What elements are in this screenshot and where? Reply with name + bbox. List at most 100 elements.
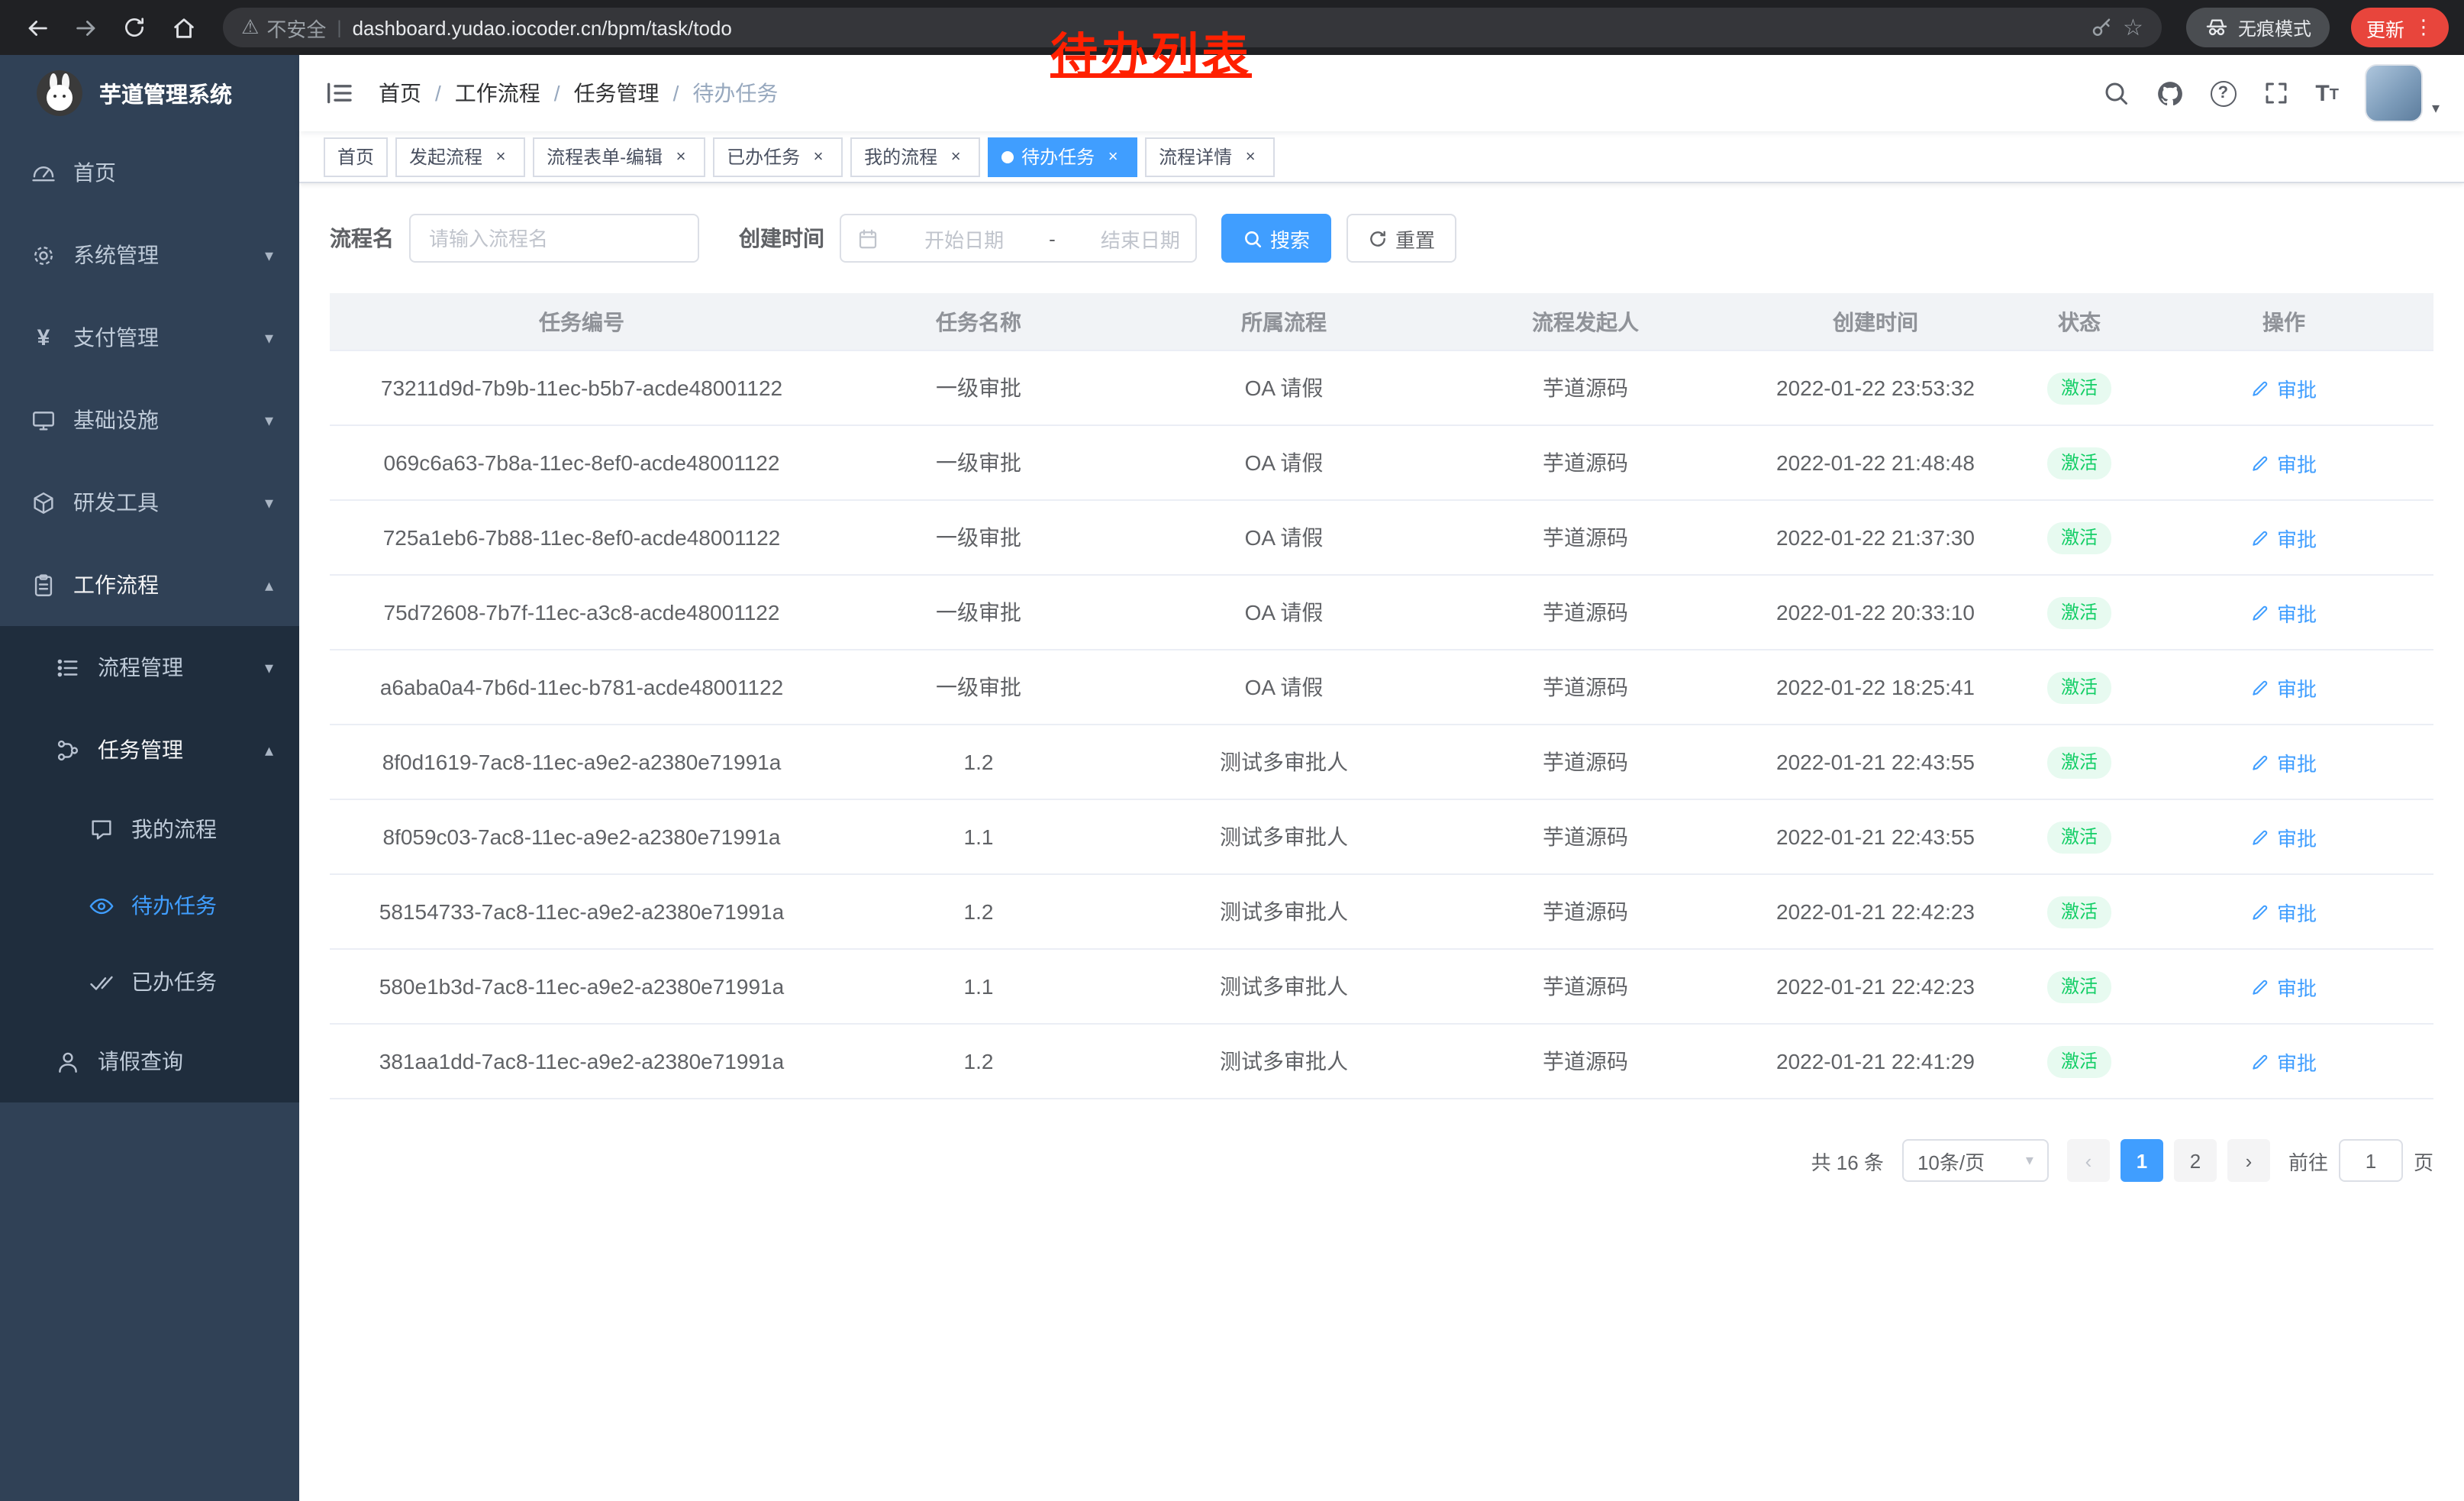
reset-button[interactable]: 重置 xyxy=(1346,214,1456,263)
create-time: 2022-01-21 22:41:29 xyxy=(1727,1049,2024,1073)
approve-link[interactable]: 审批 xyxy=(2251,897,2317,926)
approve-link[interactable]: 审批 xyxy=(2251,523,2317,552)
sidebar-item-workflow[interactable]: 工作流程 ▴ xyxy=(0,544,299,626)
sidebar-item-my-process[interactable]: 我的流程 xyxy=(0,791,299,867)
sidebar-item-system[interactable]: 系统管理 ▾ xyxy=(0,214,299,296)
breadcrumb-task-mgmt[interactable]: 任务管理 xyxy=(574,78,660,108)
table-body: 73211d9d-7b9b-11ec-b5b7-acde48001122 一级审… xyxy=(330,351,2433,1099)
screen: ⚠ 不安全 | dashboard.yudao.iocoder.cn/bpm/t… xyxy=(0,0,2464,1501)
page-button-2[interactable]: 2 xyxy=(2174,1139,2217,1182)
incognito-icon xyxy=(2204,15,2229,40)
password-key-icon[interactable] xyxy=(2089,16,2112,39)
goto-page-input[interactable] xyxy=(2339,1139,2403,1182)
search-icon[interactable] xyxy=(2101,79,2129,107)
github-icon[interactable] xyxy=(2155,79,2184,108)
yen-icon: ¥ xyxy=(31,324,56,350)
task-name: 一级审批 xyxy=(834,597,1124,628)
browser-refresh-icon[interactable] xyxy=(113,6,156,49)
tab-done-tasks[interactable]: 已办任务 × xyxy=(713,137,843,176)
app-logo-row[interactable]: 芋道管理系统 xyxy=(0,55,299,131)
prev-page-button[interactable]: ‹ xyxy=(2067,1139,2110,1182)
font-size-icon[interactable]: TT xyxy=(2315,82,2339,105)
status-badge: 激活 xyxy=(2047,521,2111,554)
task-name: 1.1 xyxy=(834,974,1124,999)
bookmark-star-icon[interactable]: ☆ xyxy=(2123,14,2143,41)
date-range-picker[interactable]: 开始日期 - 结束日期 xyxy=(840,214,1197,263)
sidebar-item-home[interactable]: 首页 xyxy=(0,131,299,214)
page-size-select[interactable]: 10条/页 ▾ xyxy=(1902,1139,2049,1182)
page-button-1[interactable]: 1 xyxy=(2121,1139,2163,1182)
help-icon[interactable]: ? xyxy=(2210,80,2236,106)
address-bar[interactable]: ⚠ 不安全 | dashboard.yudao.iocoder.cn/bpm/t… xyxy=(223,8,2162,47)
sidebar-item-payment[interactable]: ¥ 支付管理 ▾ xyxy=(0,296,299,379)
process-name: 测试多审批人 xyxy=(1124,971,1444,1002)
column-header: 操作 xyxy=(2134,306,2433,337)
sidebar-item-done-tasks[interactable]: 已办任务 xyxy=(0,944,299,1020)
close-icon[interactable]: × xyxy=(808,146,829,167)
sidebar-toggle-icon[interactable] xyxy=(324,78,354,108)
process-name: OA 请假 xyxy=(1124,597,1444,628)
fullscreen-icon[interactable] xyxy=(2262,79,2289,107)
approve-label: 审批 xyxy=(2277,822,2317,851)
browser-menu-icon[interactable]: ⋮ xyxy=(2414,15,2433,40)
sidebar-item-task-mgmt[interactable]: 任务管理 ▴ xyxy=(0,709,299,791)
tab-process-detail[interactable]: 流程详情 × xyxy=(1145,137,1275,176)
process-name: 测试多审批人 xyxy=(1124,896,1444,927)
close-icon[interactable]: × xyxy=(670,146,692,167)
approve-link[interactable]: 审批 xyxy=(2251,448,2317,477)
sidebar-item-label: 支付管理 xyxy=(73,322,159,353)
security-indicator[interactable]: ⚠ 不安全 xyxy=(241,13,326,42)
process-name: 测试多审批人 xyxy=(1124,747,1444,777)
tab-start-process[interactable]: 发起流程 × xyxy=(395,137,525,176)
url-text[interactable]: dashboard.yudao.iocoder.cn/bpm/task/todo xyxy=(353,16,732,39)
tab-my-process[interactable]: 我的流程 × xyxy=(850,137,980,176)
process-name: OA 请假 xyxy=(1124,672,1444,702)
create-time: 2022-01-22 21:37:30 xyxy=(1727,525,2024,550)
breadcrumb-workflow[interactable]: 工作流程 xyxy=(455,78,540,108)
edit-pencil-icon xyxy=(2251,976,2271,996)
approve-link[interactable]: 审批 xyxy=(2251,373,2317,402)
search-button[interactable]: 搜索 xyxy=(1221,214,1331,263)
sidebar-item-process-mgmt[interactable]: 流程管理 ▾ xyxy=(0,626,299,709)
tab-todo-tasks[interactable]: 待办任务 × xyxy=(988,137,1137,176)
next-page-button[interactable]: › xyxy=(2227,1139,2270,1182)
create-time: 2022-01-22 23:53:32 xyxy=(1727,376,2024,400)
close-icon[interactable]: × xyxy=(945,146,966,167)
tab-home[interactable]: 首页 xyxy=(324,137,388,176)
close-icon[interactable]: × xyxy=(1240,146,1261,167)
approve-link[interactable]: 审批 xyxy=(2251,822,2317,851)
close-icon[interactable]: × xyxy=(490,146,511,167)
process-name-input[interactable] xyxy=(409,214,699,263)
approve-label: 审批 xyxy=(2277,747,2317,776)
omnibox-separator: | xyxy=(337,17,341,38)
breadcrumb-home[interactable]: 首页 xyxy=(379,78,421,108)
edit-pencil-icon xyxy=(2251,1051,2271,1071)
browser-back-icon[interactable] xyxy=(15,6,58,49)
task-id: 8f059c03-7ac8-11ec-a9e2-a2380e71991a xyxy=(330,825,834,849)
sidebar-item-devtools[interactable]: 研发工具 ▾ xyxy=(0,461,299,544)
sidebar-item-leave-query[interactable]: 请假查询 xyxy=(0,1020,299,1102)
approve-link[interactable]: 审批 xyxy=(2251,598,2317,627)
breadcrumb-separator: / xyxy=(435,81,441,105)
approve-link[interactable]: 审批 xyxy=(2251,747,2317,776)
close-icon[interactable]: × xyxy=(1102,146,1124,167)
approve-link[interactable]: 审批 xyxy=(2251,673,2317,702)
sidebar-item-label: 我的流程 xyxy=(131,814,217,844)
sidebar-item-todo-tasks[interactable]: 待办任务 xyxy=(0,867,299,944)
avatar[interactable] xyxy=(2365,64,2423,122)
task-name: 1.2 xyxy=(834,750,1124,774)
browser-forward-icon[interactable] xyxy=(64,6,107,49)
sidebar-item-infra[interactable]: 基础设施 ▾ xyxy=(0,379,299,461)
tab-form-edit[interactable]: 流程表单-编辑 × xyxy=(533,137,705,176)
sidebar-item-label: 流程管理 xyxy=(98,652,183,683)
app-title: 芋道管理系统 xyxy=(99,77,232,109)
create-time: 2022-01-22 21:48:48 xyxy=(1727,450,2024,475)
browser-update-button[interactable]: 更新 ⋮ xyxy=(2351,8,2449,47)
approve-link[interactable]: 审批 xyxy=(2251,972,2317,1001)
sidebar-item-label: 任务管理 xyxy=(98,734,183,765)
browser-home-icon[interactable] xyxy=(162,6,205,49)
user-menu[interactable]: ▾ xyxy=(2365,64,2440,122)
total-count: 共 16 条 xyxy=(1811,1146,1884,1175)
approve-link[interactable]: 审批 xyxy=(2251,1047,2317,1076)
process-name: 测试多审批人 xyxy=(1124,822,1444,852)
